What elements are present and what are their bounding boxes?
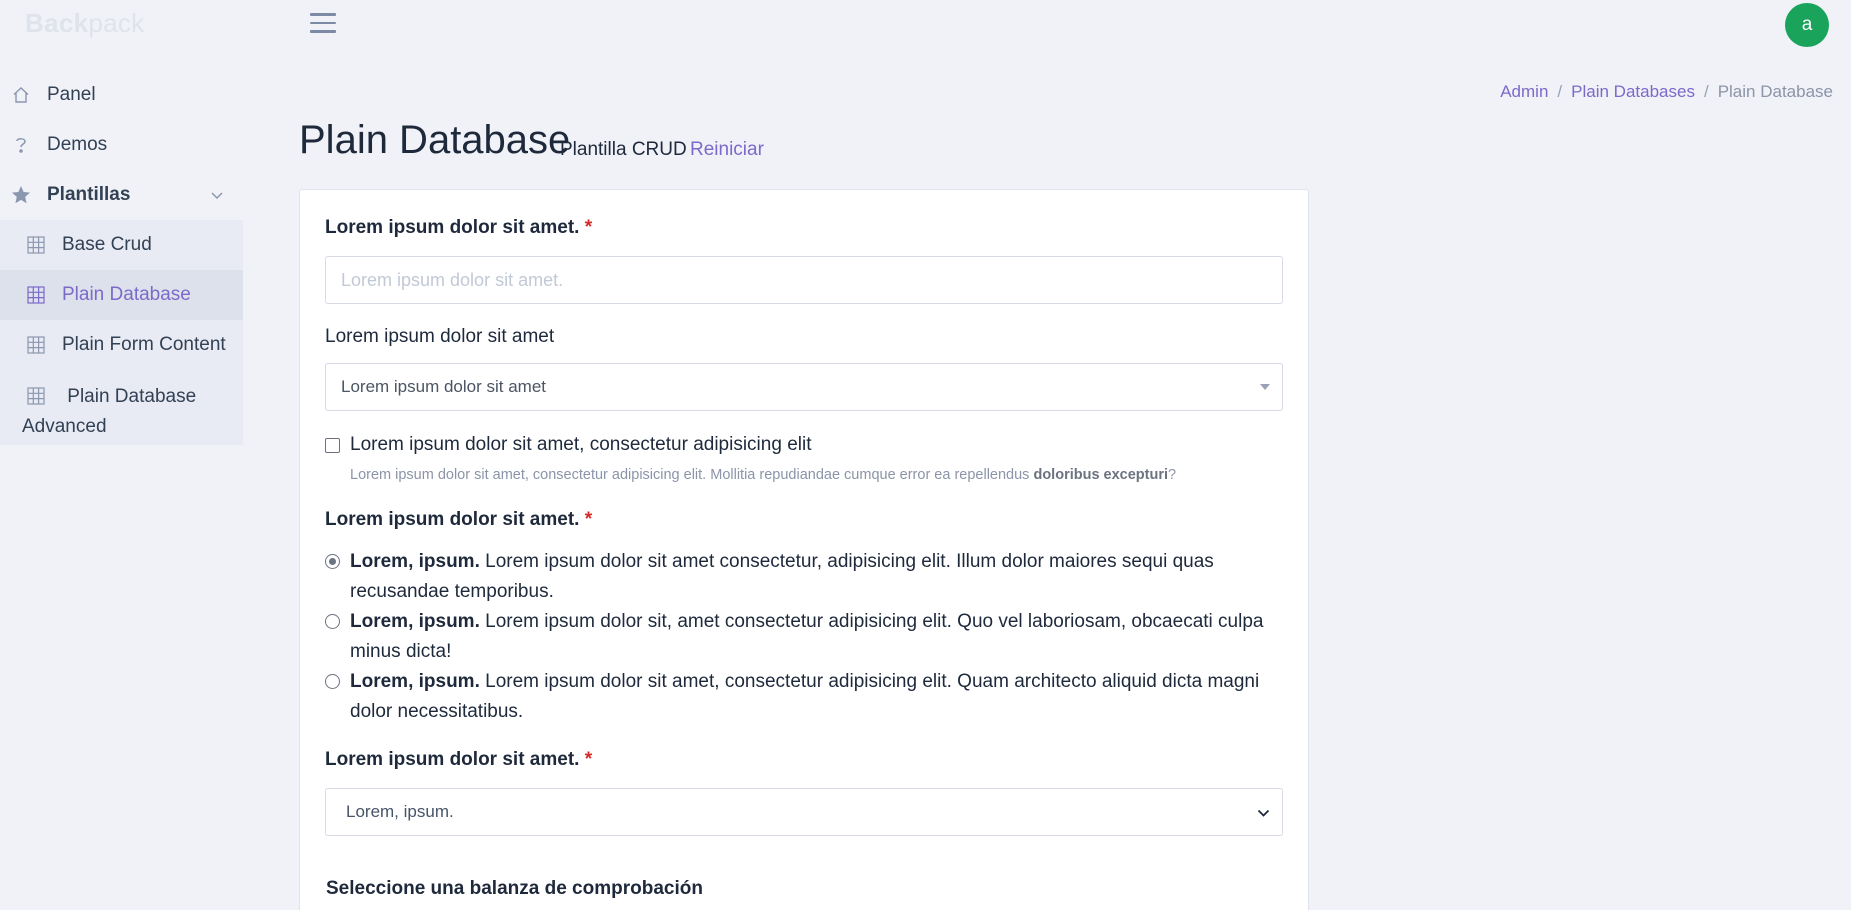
sidebar-item-plain-database-advanced[interactable]: Plain Database Advanced <box>0 370 243 445</box>
sidebar-item-label: Panel <box>47 84 96 105</box>
page-subtitle: Plantilla CRUD <box>560 139 687 160</box>
checkbox-label: Lorem ipsum dolor sit amet, consectetur … <box>350 434 812 455</box>
checkbox-hint: Lorem ipsum dolor sit amet, consectetur … <box>350 467 1176 483</box>
menu-toggle-icon[interactable] <box>310 13 336 35</box>
checkbox-row: Lorem ipsum dolor sit amet, consectetur … <box>325 434 811 456</box>
brand-logo[interactable]: Backpack <box>25 8 144 39</box>
hint-end: ? <box>1168 467 1177 483</box>
hint-bold: doloribus excepturi <box>1033 467 1169 483</box>
radio-option-text: Lorem ipsum dolor sit, amet consectetur … <box>350 611 1264 662</box>
sidebar: Panel Demos Plantillas Base Crud Plain D… <box>0 70 243 445</box>
breadcrumb-current: Plain Database <box>1717 82 1833 101</box>
avatar-letter: a <box>1801 14 1813 35</box>
field4-label-text: Lorem ipsum dolor sit amet. <box>325 749 580 770</box>
table-icon <box>25 284 47 306</box>
breadcrumb: Admin / Plain Databases / Plain Database <box>1500 82 1833 102</box>
sidebar-item-label: Plain Form Content <box>62 334 226 355</box>
brand-light: pack <box>88 8 145 38</box>
sidebar-item-plantillas[interactable]: Plantillas <box>0 170 243 220</box>
field1-label-text: Lorem ipsum dolor sit amet. <box>325 217 580 238</box>
sidebar-item-plain-form-content[interactable]: Plain Form Content <box>0 320 243 370</box>
radio-option-bold: Lorem, ipsum. <box>350 671 480 692</box>
sidebar-item-base-crud[interactable]: Base Crud <box>0 220 243 270</box>
page-title: Plain Database <box>299 118 571 162</box>
radio-button-checked[interactable] <box>325 554 340 569</box>
checkbox[interactable] <box>325 437 340 453</box>
chevron-down-icon <box>211 184 223 206</box>
home-icon <box>10 84 32 106</box>
sidebar-item-label: Plain Database Advanced <box>22 386 197 437</box>
field4-selected-value: Lorem, ipsum. <box>346 802 454 821</box>
star-icon <box>10 184 32 206</box>
radio-option-bold: Lorem, ipsum. <box>350 611 480 632</box>
sidebar-item-label: Demos <box>47 134 108 155</box>
breadcrumb-item-admin[interactable]: Admin <box>1500 82 1548 101</box>
radio-option[interactable]: Lorem, ipsum. Lorem ipsum dolor sit amet… <box>325 667 1285 727</box>
field3-label: Lorem ipsum dolor sit amet. * <box>325 509 592 531</box>
field1-input[interactable] <box>325 256 1283 304</box>
hint-text: Lorem ipsum dolor sit amet, consectetur … <box>350 467 1034 483</box>
field4-select[interactable]: Lorem, ipsum. <box>325 788 1283 836</box>
caret-down-icon <box>1260 384 1270 390</box>
required-mark: * <box>584 749 593 770</box>
radio-option-label: Lorem, ipsum. Lorem ipsum dolor sit amet… <box>350 547 1285 607</box>
table-icon <box>25 234 47 256</box>
field2-select[interactable]: Lorem ipsum dolor sit amet <box>325 363 1283 411</box>
sidebar-item-demos[interactable]: Demos <box>0 120 243 170</box>
breadcrumb-separator: / <box>1703 82 1709 101</box>
required-mark: * <box>584 509 593 530</box>
table-icon <box>25 334 47 356</box>
radio-option[interactable]: Lorem, ipsum. Lorem ipsum dolor sit amet… <box>325 547 1285 607</box>
field2-label: Lorem ipsum dolor sit amet <box>325 326 555 347</box>
field5-label-text: Seleccione una balanza de comprobación <box>326 878 703 899</box>
required-mark: * <box>584 217 593 238</box>
field3-label-text: Lorem ipsum dolor sit amet. <box>325 509 580 530</box>
sidebar-item-label: Plantillas <box>47 184 131 205</box>
question-icon <box>10 134 32 156</box>
reset-link[interactable]: Reiniciar <box>690 139 764 161</box>
breadcrumb-item-plain-databases[interactable]: Plain Databases <box>1571 82 1695 101</box>
radio-option-text: Lorem ipsum dolor sit amet, consectetur … <box>350 671 1260 722</box>
radio-option-text: Lorem ipsum dolor sit amet consectetur, … <box>350 551 1214 602</box>
form-card: Lorem ipsum dolor sit amet. * Lorem ipsu… <box>299 189 1309 910</box>
field1-label: Lorem ipsum dolor sit amet. * <box>325 217 592 239</box>
sidebar-item-label: Plain Database <box>62 284 191 305</box>
sidebar-item-label: Base Crud <box>62 234 152 255</box>
field2-selected-value: Lorem ipsum dolor sit amet <box>341 377 547 396</box>
radio-button[interactable] <box>325 674 340 689</box>
sidebar-item-panel[interactable]: Panel <box>0 70 243 120</box>
radio-option-label: Lorem, ipsum. Lorem ipsum dolor sit amet… <box>350 667 1285 727</box>
field4-label: Lorem ipsum dolor sit amet. * <box>325 749 592 771</box>
sidebar-submenu: Base Crud Plain Database Plain Form Cont… <box>0 220 243 445</box>
top-bar: Backpack a <box>0 0 1851 50</box>
radio-option[interactable]: Lorem, ipsum. Lorem ipsum dolor sit, ame… <box>325 607 1285 667</box>
radio-button[interactable] <box>325 614 340 629</box>
chevron-down-icon <box>1257 803 1270 823</box>
user-avatar[interactable]: a <box>1785 3 1829 47</box>
field5-label: Seleccione una balanza de comprobación <box>326 878 703 900</box>
sidebar-item-plain-database[interactable]: Plain Database <box>0 270 243 320</box>
radio-option-bold: Lorem, ipsum. <box>350 551 480 572</box>
table-icon <box>25 385 47 407</box>
breadcrumb-separator: / <box>1557 82 1563 101</box>
brand-bold: Back <box>25 8 89 38</box>
radio-option-label: Lorem, ipsum. Lorem ipsum dolor sit, ame… <box>350 607 1285 667</box>
